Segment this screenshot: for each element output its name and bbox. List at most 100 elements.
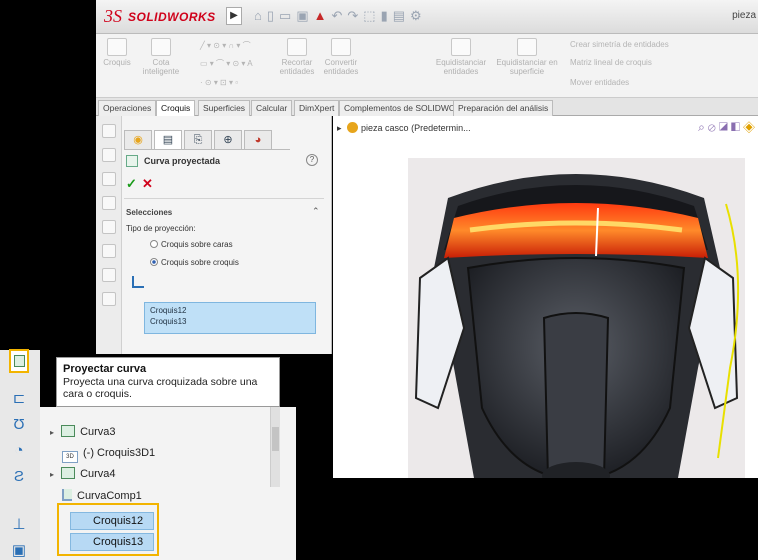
helix-icon[interactable]: Ʊ [10,416,28,434]
move-entities-button[interactable]: Mover entidades [570,78,629,87]
offset-on-surface-button[interactable]: Equidistanciar en superficie [496,38,558,76]
tab-operaciones[interactable]: Operaciones [98,100,157,116]
radio-sketch-on-sketch[interactable]: Croquis sobre croquis [150,258,239,267]
tree-item-curva4[interactable]: ▸ Curva4 [50,465,116,483]
selection-item[interactable]: Croquis13 [150,316,310,327]
ok-button[interactable]: ✓ [126,176,137,192]
tab-superficies[interactable]: Superficies [198,100,251,116]
masked-region-bottom [296,478,758,560]
composite-curve-icon[interactable]: Ƨ [10,468,28,486]
tree-item-croquis3d1[interactable]: 3D (-) Croquis3D1 [62,444,155,463]
part-icon [347,122,359,133]
tab-preparacion-analisis[interactable]: Preparación del análisis [453,100,554,116]
curves-icon[interactable]: ▣ [10,542,28,560]
open-icon[interactable]: ▭ [279,8,296,23]
expand-arrow-icon[interactable]: ▸ [50,424,58,442]
feature-tree-icon: ◉ [133,134,143,146]
tab-dimxpert[interactable]: DimXpert [294,100,340,116]
select-icon[interactable]: ⬚ [363,8,380,23]
selection-item[interactable]: Croquis12 [150,305,310,316]
convert-icon [331,38,351,56]
scrollbar-thumb[interactable] [272,427,279,451]
curve-icon [61,425,76,437]
view-icon[interactable]: ◧ [731,120,743,134]
command-manager-tabs: Operaciones Croquis Superficies Calcular… [96,98,758,116]
home-icon[interactable]: ⌂ [254,8,267,23]
feature-manager-tab[interactable]: ◉ [124,130,152,150]
offset-icon [451,38,471,56]
selections-group-title[interactable]: Selecciones [126,208,172,217]
save-icon[interactable]: ▣ [296,8,313,23]
line-tools[interactable]: ╱ ▾ ⊙ ▾ ∩ ▾ ⌒ [200,40,251,51]
options-icon[interactable]: ▤ [393,8,410,23]
strip-tool-icon[interactable] [101,124,116,138]
trim-entities-button[interactable]: Recortar entidades [278,38,316,76]
offset-entities-button[interactable]: Equidistanciar entidades [432,38,490,76]
curve-through-points-icon[interactable]: ◔ [10,442,28,460]
trim-icon [287,38,307,56]
command-manager-ribbon: Croquis Cota inteligente ╱ ▾ ⊙ ▾ ∩ ▾ ⌒ ▭… [96,34,758,98]
project-curve-icon[interactable] [9,349,29,373]
gear-icon[interactable]: ⚙ [410,8,427,23]
sketch-tools-strip [96,116,122,354]
mouth-piece [542,312,610,479]
configuration-icon: ⎘ [193,134,203,146]
radio-selected-icon [150,258,158,266]
projection-type-label: Tipo de proyección: [126,224,196,233]
display-manager-tab[interactable]: ◕ [244,130,272,150]
offset-surface-icon [517,38,537,56]
convert-entities-button[interactable]: Convertir entidades [320,38,362,76]
strip-tool-icon[interactable] [101,268,116,282]
flyout-tree[interactable]: ▸ pieza casco (Predetermin... [337,122,471,134]
property-manager-tab[interactable]: ▤ [154,130,182,150]
reference-geometry-icon[interactable]: ⊥ [10,516,28,534]
strip-tool-icon[interactable] [101,172,116,186]
radio-sketch-on-faces[interactable]: Croquis sobre caras [150,240,233,249]
sketch3d-icon: 3D [62,451,78,463]
redo-icon[interactable]: ↷ [347,8,363,23]
undo-icon[interactable]: ↶ [331,8,347,23]
section-icon[interactable]: ◪ [719,120,731,134]
tab-calcular[interactable]: Calcular [251,100,293,116]
print-icon[interactable]: ▲ [314,8,332,23]
sketch-icon [107,38,127,56]
sketch-button[interactable]: Croquis [100,38,134,67]
point-tools[interactable]: · ⊙ ▾ ⊡ ▾ ▫ [200,78,238,87]
expand-arrow-icon[interactable]: ▸ [50,466,58,484]
quick-access-toolbar[interactable]: ⌂▯▭▣▲↶↷⬚▮▤⚙ [254,8,427,24]
divider [124,198,324,199]
strip-tool-icon[interactable] [101,148,116,162]
tooltip-title: Proyectar curva [63,363,147,375]
graphics-viewport[interactable]: ▸ pieza casco (Predetermin... ⌕⊘◪◧◈ [333,116,758,482]
strip-tool-icon[interactable] [101,292,116,306]
appearance-icon: ◕ [254,134,262,146]
smart-dimension-button[interactable]: Cota inteligente [138,38,184,76]
title-bar: 3S SOLIDWORKS ▶ ⌂▯▭▣▲↶↷⬚▮▤⚙ pieza [96,0,758,34]
linear-pattern-button[interactable]: Matriz lineal de croquis [570,58,652,67]
strip-tool-icon[interactable] [101,196,116,210]
configuration-manager-tab[interactable]: ⎘ [184,130,212,150]
rebuild-icon[interactable]: ▮ [381,8,393,23]
cancel-button[interactable]: ✕ [142,176,153,192]
tab-croquis[interactable]: Croquis [156,100,196,116]
selection-list-box[interactable]: Croquis12 Croquis13 [144,302,316,334]
mirror-entities-button[interactable]: Crear simetría de entidades [570,40,669,49]
heads-up-view-toolbar[interactable]: ⌕⊘◪◧◈ [698,120,758,135]
sketch-selection-icon [132,276,144,288]
split-line-icon[interactable]: ⊏ [10,390,28,408]
document-title: pieza [732,10,756,21]
tree-scrollbar[interactable] [270,407,280,487]
dimxpert-manager-tab[interactable]: ⊕ [214,130,242,150]
manager-tabs: ◉ ▤ ⎘ ⊕ ◕ [124,130,290,150]
tree-item-curva3[interactable]: ▸ Curva3 [50,423,116,441]
search-icon[interactable]: ⌕ [698,120,708,134]
strip-tool-icon[interactable] [101,244,116,258]
display-icon[interactable]: ◈ [743,120,758,134]
help-button[interactable]: ? [306,154,318,166]
collapse-caret-icon[interactable]: ⌃ [312,206,320,217]
strip-tool-icon[interactable] [101,220,116,234]
zoom-icon[interactable]: ⊘ [708,120,719,134]
menu-expand-button[interactable]: ▶ [226,7,242,25]
rectangle-tools[interactable]: ▭ ▾ ⌒ ▾ ⊙ ▾ A [200,58,253,69]
new-icon[interactable]: ▯ [267,8,279,23]
